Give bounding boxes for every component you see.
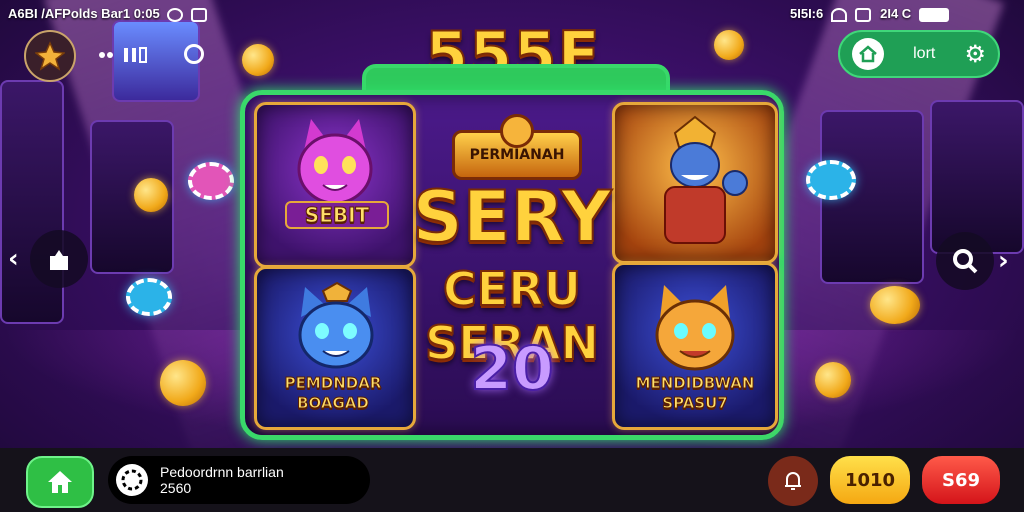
info-line-2: 2560 [160, 480, 192, 496]
status-time-text: A6BI /AFPolds Bar1 0:05 [8, 6, 160, 21]
search-button[interactable] [936, 232, 994, 290]
casino-chip [806, 160, 856, 200]
badge-emblem [500, 114, 534, 148]
pink-cat-icon [297, 119, 373, 205]
casino-chip [188, 162, 234, 200]
home-icon [48, 471, 72, 493]
status-right-text: 5I5I:6 [790, 6, 824, 21]
card-4-caption: MENDIDBWAN SPASU7 [635, 374, 755, 413]
bell-icon [785, 472, 801, 490]
card-1-caption: SEBIT [285, 201, 389, 229]
coins-label: 1010 [844, 469, 896, 491]
gems-pill[interactable]: S69 [922, 456, 1000, 504]
casino-chip [126, 278, 172, 316]
card-3-caption: PEMDNDAR BOAGAD [284, 374, 382, 413]
refresh-icon[interactable] [184, 44, 204, 64]
coin [870, 286, 920, 324]
notification-icon [167, 7, 184, 22]
search-icon [953, 249, 978, 274]
info-panel[interactable]: Pedoordrnn barrlian 2560 [108, 456, 370, 504]
status-left: A6BI /AFPolds Bar1 0:05 [8, 6, 207, 22]
wheel-icon [116, 464, 148, 496]
star-logo-icon [35, 41, 65, 71]
headline-line-1: SERY [412, 175, 613, 259]
info-line-1: Pedoordrnn barrlian [160, 464, 284, 480]
settings-gear-icon[interactable]: ⚙ [964, 40, 986, 69]
status-right: 5I5I:6 2I4 C [790, 6, 949, 22]
home-button[interactable] [26, 456, 94, 508]
bag-button[interactable] [30, 230, 88, 288]
slot-machine-right [930, 100, 1024, 254]
chevron-right-icon[interactable]: › [998, 246, 1009, 276]
bag-icon [50, 250, 68, 270]
account-label: lort [913, 45, 936, 62]
coin [134, 178, 168, 212]
battery-text: 2I4 C [880, 6, 912, 21]
gold-cat-icon [655, 285, 735, 371]
warrior-icon [664, 115, 748, 244]
home-icon[interactable] [852, 38, 884, 70]
gems-label: S69 [941, 469, 980, 491]
gallery-icon[interactable] [96, 46, 166, 64]
coin [160, 360, 206, 406]
chevron-left-icon[interactable]: ‹ [8, 244, 19, 274]
coin [815, 362, 851, 398]
bell-button[interactable] [768, 456, 818, 506]
number-display: 20 [469, 333, 555, 405]
badge-text: PERMIANAH [469, 147, 565, 163]
account-pill[interactable]: lort ⚙ [838, 30, 1000, 78]
coins-pill[interactable]: 1010 [830, 456, 910, 504]
signal-icon [854, 7, 871, 22]
battery-icon [918, 7, 949, 22]
coin [242, 44, 274, 76]
app-icon [190, 7, 207, 22]
coin [714, 30, 744, 60]
wifi-icon [830, 7, 847, 22]
star-logo-button[interactable] [24, 30, 76, 82]
